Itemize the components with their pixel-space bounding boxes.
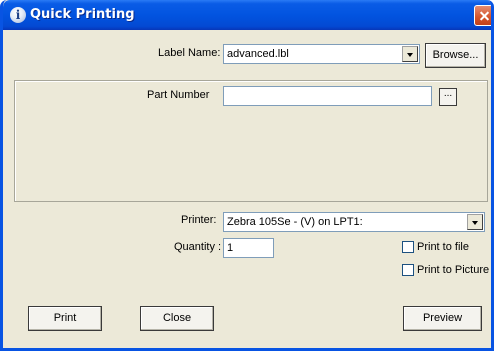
print-to-picture-checkbox[interactable] [402, 264, 414, 276]
part-number-label: Part Number [147, 89, 210, 101]
label-name-label: Label Name: [158, 47, 221, 59]
close-icon[interactable] [474, 5, 491, 26]
label-name-value: advanced.lbl [227, 48, 289, 60]
quantity-field[interactable]: 1 [223, 238, 274, 258]
info-icon [10, 7, 26, 23]
chevron-down-icon[interactable] [402, 46, 418, 62]
chevron-down-icon[interactable] [467, 214, 483, 230]
close-button[interactable]: Close [140, 306, 214, 331]
print-to-picture-label[interactable]: Print to Picture [417, 264, 489, 277]
print-to-file-label[interactable]: Print to file [417, 241, 469, 254]
title-bar[interactable]: Quick Printing [3, 0, 491, 30]
window-title: Quick Printing [30, 7, 135, 22]
printer-value: Zebra 105Se - (V) on LPT1: [227, 216, 363, 228]
part-number-field[interactable] [223, 86, 432, 106]
print-to-file-checkbox[interactable] [402, 241, 414, 253]
preview-button[interactable]: Preview [403, 306, 482, 331]
quantity-label: Quantity : [174, 241, 222, 253]
label-name-dropdown[interactable]: advanced.lbl [223, 44, 420, 64]
printer-dropdown[interactable]: Zebra 105Se - (V) on LPT1: [223, 212, 485, 232]
browse-button[interactable]: Browse... [425, 43, 486, 68]
print-button[interactable]: Print [28, 306, 102, 331]
part-number-ellipsis-button[interactable]: ... [439, 88, 457, 106]
quick-printing-dialog: Quick Printing Label Name: advanced.lbl … [0, 0, 494, 351]
printer-label: Printer: [181, 214, 217, 226]
